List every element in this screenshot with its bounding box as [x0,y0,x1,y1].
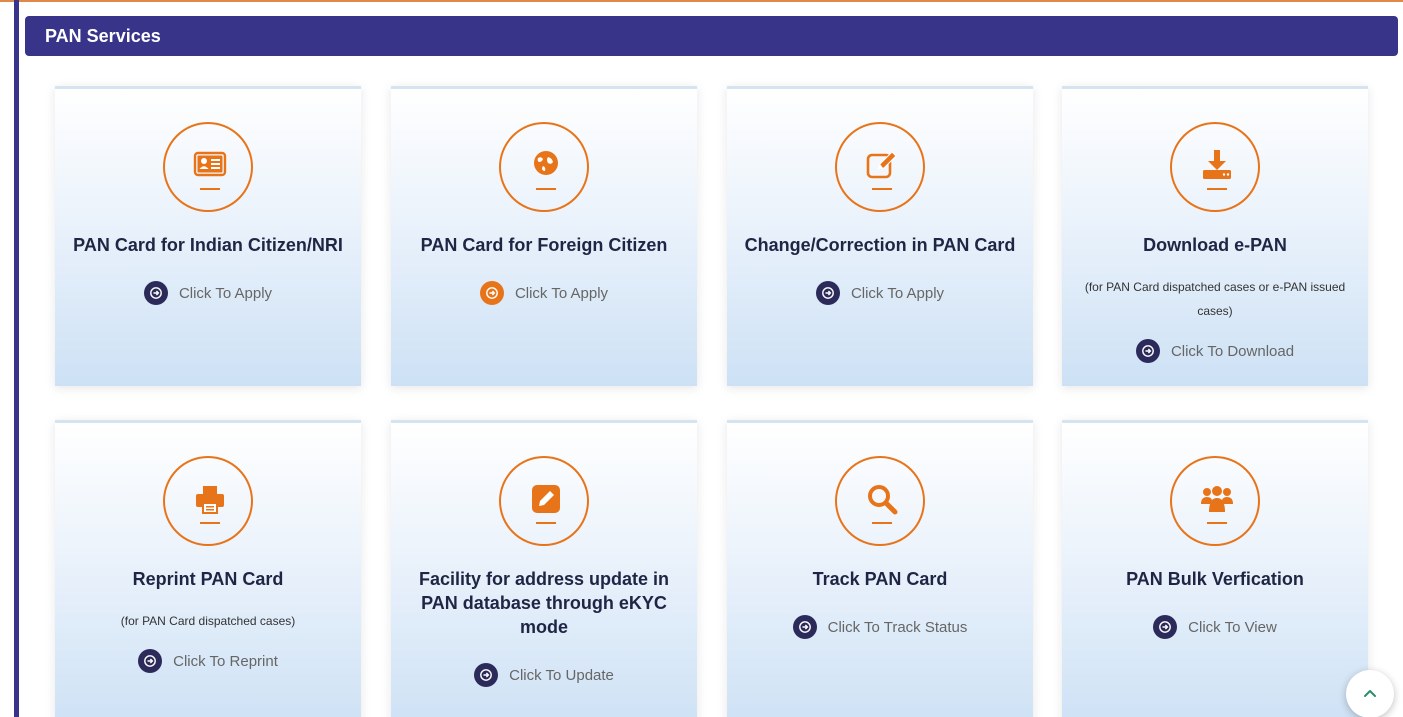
users-icon [1170,456,1260,546]
printer-icon [163,456,253,546]
card-title: PAN Card for Indian Citizen/NRI [73,235,343,255]
reprint-link[interactable]: Click To Reprint [55,648,361,674]
arrow-circle-icon [815,281,840,305]
scroll-to-top-button[interactable] [1346,670,1394,717]
card-change-correction: Change/Correction in PAN Card Click To A… [727,86,1033,386]
chevron-up-icon [1364,690,1376,697]
apply-link[interactable]: Click To Apply [391,280,697,306]
card-note: (for PAN Card dispatched cases or e-PAN … [1084,280,1346,318]
card-pan-bulk-verification: PAN Bulk Verfication Click To View [1062,420,1368,717]
card-title: Track PAN Card [812,569,948,589]
card-download-epan: Download e-PAN (for PAN Card dispatched … [1062,86,1368,386]
arrow-circle-icon [143,281,168,305]
arrow-circle-icon [1153,615,1178,639]
view-link[interactable]: Click To View [1062,614,1368,640]
section-title: PAN Services [45,26,161,46]
card-pan-indian-citizen: PAN Card for Indian Citizen/NRI Click To… [55,86,361,386]
apply-link[interactable]: Click To Apply [55,280,361,306]
id-card-icon [163,122,253,212]
action-label: Click To Track Status [827,618,968,636]
arrow-circle-icon [1135,339,1160,363]
top-border [0,0,1403,2]
action-label: Click To View [1188,618,1277,636]
pencil-icon [499,456,589,546]
track-status-link[interactable]: Click To Track Status [727,614,1033,640]
card-title: Download e-PAN [1143,235,1287,255]
apply-link[interactable]: Click To Apply [727,280,1033,306]
edit-icon [835,122,925,212]
card-note: (for PAN Card dispatched cases) [120,614,296,628]
card-title: PAN Card for Foreign Citizen [420,235,668,255]
card-title: Facility for address update in PAN datab… [418,569,670,637]
action-label: Click To Apply [514,284,609,302]
arrow-circle-icon [474,663,499,687]
arrow-circle-icon [138,649,163,673]
action-label: Click To Apply [850,284,945,302]
search-icon [835,456,925,546]
arrow-circle-icon [479,281,504,305]
action-label: Click To Download [1170,342,1295,360]
card-address-update-ekyc: Facility for address update in PAN datab… [391,420,697,717]
download-link[interactable]: Click To Download [1062,338,1368,364]
action-label: Click To Update [509,666,614,684]
left-accent-bar [14,0,19,717]
card-pan-foreign-citizen: PAN Card for Foreign Citizen Click To Ap… [391,86,697,386]
action-label: Click To Reprint [173,652,278,670]
card-reprint-pan: Reprint PAN Card (for PAN Card dispatche… [55,420,361,717]
card-track-pan: Track PAN Card Click To Track Status [727,420,1033,717]
card-title: Change/Correction in PAN Card [744,235,1016,255]
globe-icon [499,122,589,212]
arrow-circle-icon [792,615,817,639]
download-icon [1170,122,1260,212]
card-title: PAN Bulk Verfication [1126,569,1304,589]
card-title: Reprint PAN Card [132,569,284,589]
update-link[interactable]: Click To Update [391,662,697,688]
section-header: PAN Services [25,16,1398,56]
action-label: Click To Apply [178,284,273,302]
